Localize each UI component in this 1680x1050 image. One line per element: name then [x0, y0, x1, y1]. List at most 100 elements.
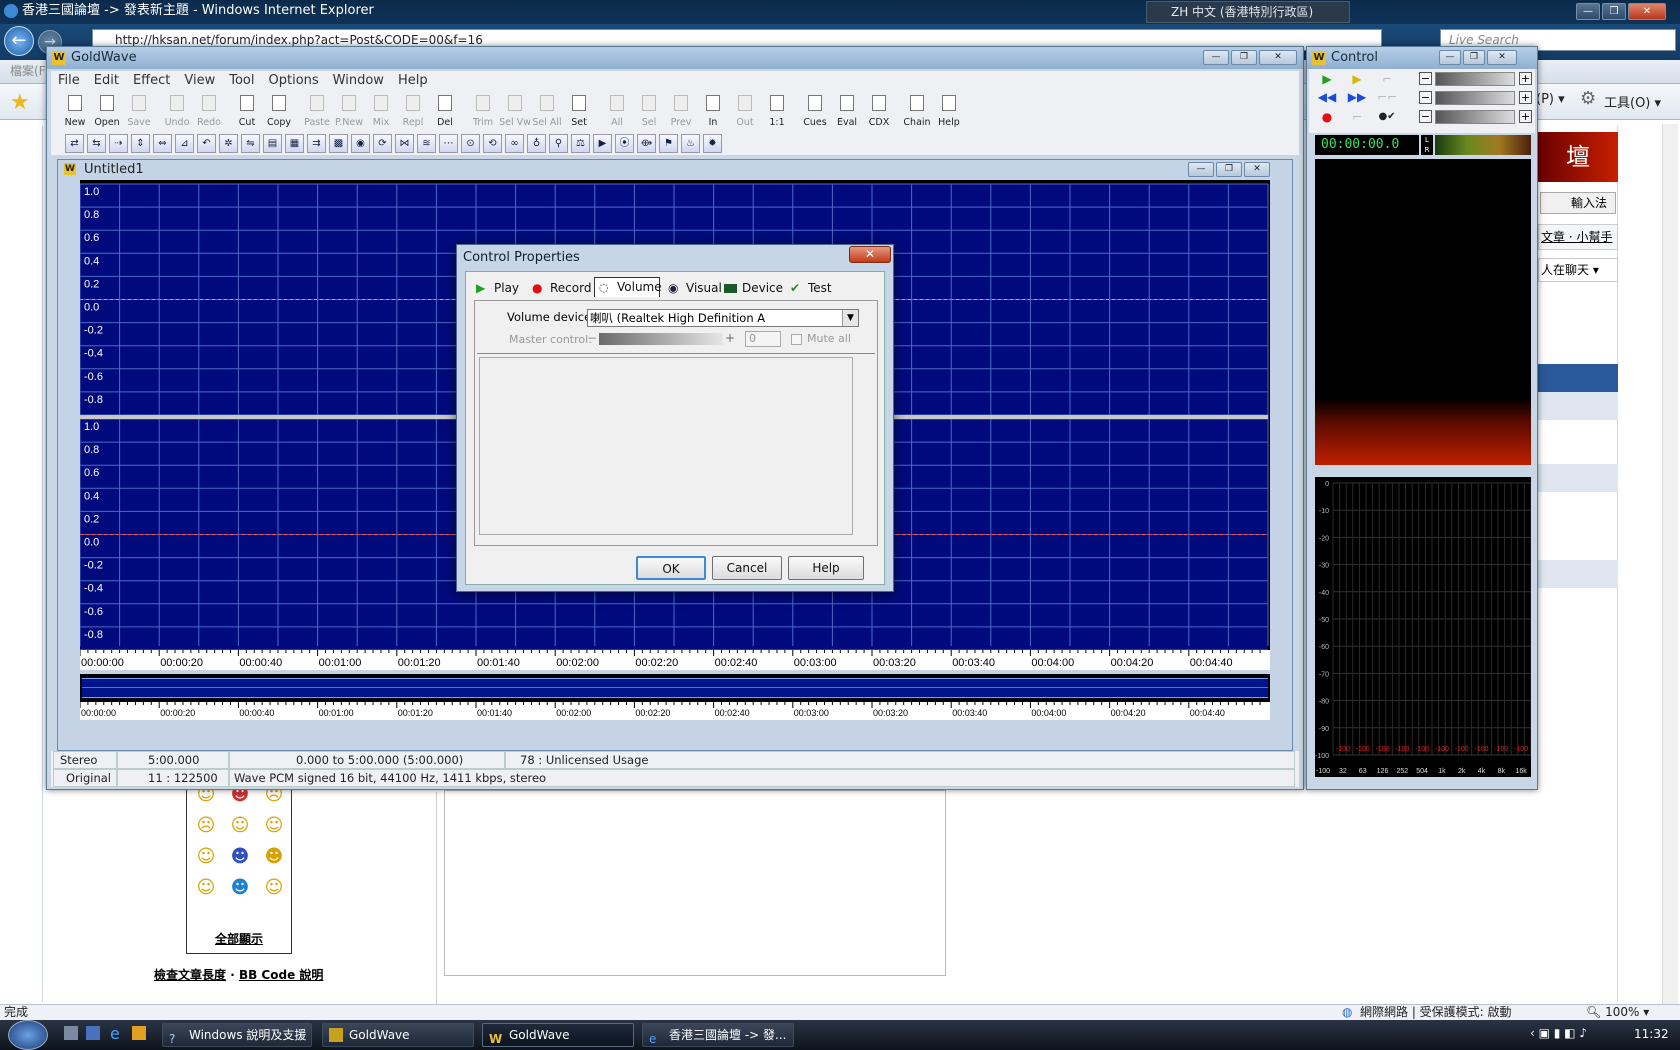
toolbar-new-button[interactable]: New	[59, 91, 91, 129]
taskbar-item-ie[interactable]: e 香港三國論壇 -> 發...	[642, 1023, 794, 1047]
toolbar-1-1-button[interactable]: 1:1	[761, 91, 793, 129]
effect-tool-icon[interactable]: ✲	[219, 133, 238, 153]
close-icon[interactable]: ✕	[849, 246, 891, 263]
tab-device[interactable]: Device	[720, 278, 783, 300]
stop-icon[interactable]: ⌐⌐	[1373, 89, 1401, 105]
page-scrollbar[interactable]	[1662, 124, 1678, 1004]
plus-icon[interactable]: +	[1519, 110, 1532, 123]
taskbar-item-goldwave-active[interactable]: W GoldWave	[482, 1023, 634, 1047]
effect-tool-icon[interactable]: ∞	[505, 133, 524, 153]
effect-tool-icon[interactable]: ✹	[703, 133, 722, 153]
toolbar-del-button[interactable]: Del	[429, 91, 461, 129]
toolbar-trim-button[interactable]: Trim	[467, 91, 499, 129]
toolbar-help-button[interactable]: Help	[933, 91, 965, 129]
effect-tool-icon[interactable]: ▶	[593, 133, 612, 153]
effect-tool-icon[interactable]: ▦	[285, 133, 304, 153]
effect-tool-icon[interactable]: ⇆	[87, 133, 106, 153]
toolbar-repl-button[interactable]: Repl	[397, 91, 429, 129]
toolbar-p-new-button[interactable]: P.New	[333, 91, 365, 129]
menu-tool[interactable]: Tool	[222, 71, 261, 91]
emoticon-icon[interactable]: ☺	[257, 815, 291, 836]
toolbar-open-button[interactable]: Open	[91, 91, 123, 129]
emoticon-icon[interactable]: ☹	[189, 815, 223, 836]
effect-tool-icon[interactable]: ⚲	[549, 133, 568, 153]
effect-tool-icon[interactable]: ⦿	[615, 133, 634, 153]
chat-dropdown[interactable]: 人在聊天 ▾	[1538, 258, 1618, 282]
media-player-icon[interactable]	[132, 1026, 146, 1040]
zoom-level[interactable]: 🔍︎ 100% ▾	[1586, 1005, 1649, 1019]
taskbar-item-help[interactable]: ? Windows 說明及支援	[162, 1023, 312, 1047]
minus-icon[interactable]: −	[1419, 91, 1432, 104]
post-textarea[interactable]	[444, 790, 946, 976]
minimize-icon[interactable]: —	[1203, 50, 1229, 65]
menu-options[interactable]: Options	[262, 71, 326, 91]
emoticon-icon[interactable]: ☺	[189, 846, 223, 867]
check-length-link[interactable]: 檢查文章長度	[154, 968, 226, 982]
ok-button[interactable]: OK	[636, 556, 706, 580]
effect-tool-icon[interactable]: ⚖	[571, 133, 590, 153]
menu-window[interactable]: Window	[326, 71, 391, 91]
balance-slider[interactable]	[1435, 91, 1515, 105]
play-selection-icon[interactable]: ▶	[1343, 71, 1371, 87]
effect-tool-icon[interactable]: ⊿	[175, 133, 194, 153]
spectrum-display[interactable]: 0 -10 -20 -30 -40 -50 -60 -70 -80 -90 -100 32 -100 63…	[1315, 477, 1531, 777]
effect-tool-icon[interactable]: ⚑	[659, 133, 678, 153]
play-icon[interactable]: ▶	[1313, 71, 1341, 87]
cancel-button[interactable]: Cancel	[712, 556, 782, 580]
page-menu[interactable]: (P) ▾	[1536, 92, 1565, 107]
maximize-icon[interactable]: ❐	[1231, 50, 1257, 65]
helper-links[interactable]: 文章 · 小幫手	[1538, 224, 1618, 250]
effect-tool-icon[interactable]: ⟴	[637, 133, 656, 153]
star-icon[interactable]: ★	[10, 90, 30, 115]
time-ruler[interactable]: 00:00:00 00:00:20 00:00:40 00:01:00 00:01:20…	[80, 650, 1270, 670]
toolbar-copy-button[interactable]: Copy	[263, 91, 295, 129]
toolbar-save-button[interactable]: Save	[123, 91, 155, 129]
toolbar-cues-button[interactable]: Cues	[799, 91, 831, 129]
toolbar-redo-button[interactable]: Redo	[193, 91, 225, 129]
tab-volume[interactable]: ◌ Volume	[594, 277, 662, 297]
menu-file[interactable]: 檔案(F)	[10, 64, 50, 78]
tools-menu[interactable]: 工具(O) ▾	[1604, 92, 1661, 111]
show-all-link[interactable]: 全部顯示	[187, 930, 291, 947]
language-bar[interactable]: ZH 中文 (香港特別行政區)	[1146, 1, 1350, 23]
tab-test[interactable]: ✔ Test	[786, 278, 832, 300]
effect-tool-icon[interactable]: ⟳	[373, 133, 392, 153]
close-icon[interactable]: ✕	[1259, 50, 1297, 65]
effect-tool-icon[interactable]: ⇔	[153, 133, 172, 153]
effect-tool-icon[interactable]: ♁	[527, 133, 546, 153]
effect-tool-icon[interactable]: ↶	[197, 133, 216, 153]
toolbar-chain-button[interactable]: Chain	[901, 91, 933, 129]
toolbar-cdx-button[interactable]: CDX	[863, 91, 895, 129]
menu-edit[interactable]: Edit	[87, 71, 126, 91]
effect-tool-icon[interactable]: ⊙	[461, 133, 480, 153]
toolbar-paste-button[interactable]: Paste	[301, 91, 333, 129]
effect-tool-icon[interactable]: ♨	[681, 133, 700, 153]
emoticon-icon[interactable]: ☺	[189, 877, 223, 898]
effect-tool-icon[interactable]: ⇄	[65, 133, 84, 153]
monitor-checkbox-icon[interactable]: ●✔	[1373, 109, 1401, 125]
effect-tool-icon[interactable]: ⇋	[241, 133, 260, 153]
toolbar-sel-vw-button[interactable]: Sel Vw	[499, 91, 531, 129]
tab-record[interactable]: ● Record	[528, 278, 591, 300]
tab-play[interactable]: ▶ Play	[472, 278, 519, 300]
pause-icon[interactable]: ⌐	[1373, 71, 1401, 87]
minimize-icon[interactable]: —	[1188, 162, 1214, 177]
toolbar-prev-button[interactable]: Prev	[665, 91, 697, 129]
toolbar-mix-button[interactable]: Mix	[365, 91, 397, 129]
help-button[interactable]: Help	[788, 556, 864, 580]
effect-tool-icon[interactable]: ▩	[329, 133, 348, 153]
ie-quicklaunch-icon[interactable]: e	[110, 1024, 120, 1043]
menu-help[interactable]: Help	[391, 71, 435, 91]
toolbar-sel-all-button[interactable]: Sel All	[531, 91, 563, 129]
toolbar-cut-button[interactable]: Cut	[231, 91, 263, 129]
toolbar-out-button[interactable]: Out	[729, 91, 761, 129]
toolbar-undo-button[interactable]: Undo	[161, 91, 193, 129]
toolbar-eval-button[interactable]: Eval	[831, 91, 863, 129]
close-icon[interactable]: ✕	[1487, 50, 1517, 65]
effect-tool-icon[interactable]: ⇉	[307, 133, 326, 153]
bbcode-help-link[interactable]: BB Code 說明	[239, 968, 323, 982]
effect-tool-icon[interactable]: ⋯	[439, 133, 458, 153]
close-icon[interactable]: ✕	[1244, 162, 1270, 177]
plus-icon[interactable]: +	[1519, 91, 1532, 104]
effect-tool-icon[interactable]: ⇕	[131, 133, 150, 153]
